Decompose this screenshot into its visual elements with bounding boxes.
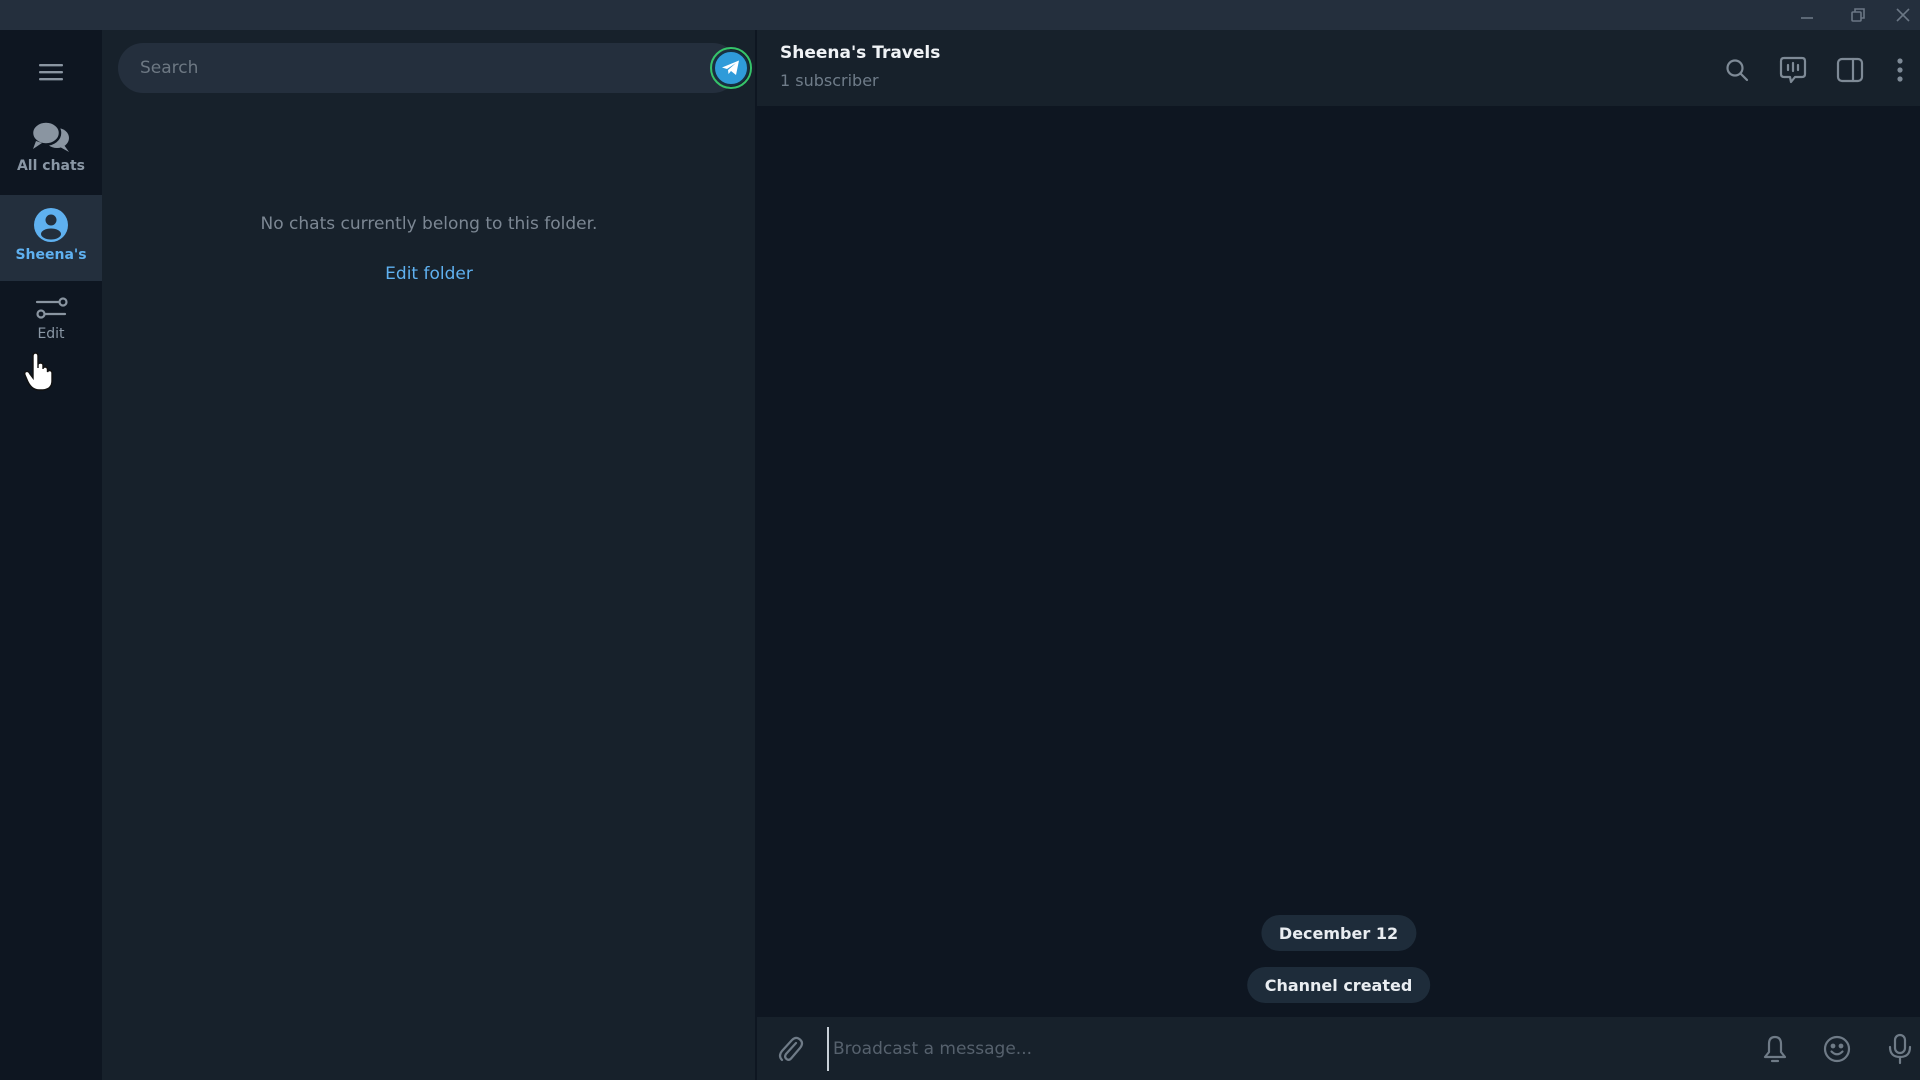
- chat-header: Sheena's Travels 1 subscriber: [757, 30, 1920, 106]
- edit-folder-link[interactable]: Edit folder: [102, 264, 756, 284]
- empty-folder-message: No chats currently belong to this folder…: [260, 214, 598, 234]
- voice-chat-icon: [1779, 56, 1807, 84]
- attach-button[interactable]: [770, 1029, 810, 1069]
- sliders-icon: [35, 297, 68, 319]
- search-input[interactable]: [140, 43, 660, 93]
- microphone-icon: [1888, 1033, 1912, 1065]
- date-separator: December 12: [1260, 915, 1417, 951]
- message-input[interactable]: [827, 1027, 1727, 1071]
- bell-icon: [1763, 1035, 1787, 1063]
- voice-chat-button[interactable]: [1773, 50, 1813, 90]
- search-icon: [1726, 59, 1749, 82]
- folder-sidebar: All chats Sheena's Edit: [0, 30, 102, 1080]
- window-titlebar: [0, 0, 1920, 30]
- attach-icon: [778, 1036, 804, 1062]
- folder-label: All chats: [16, 158, 86, 174]
- folder-edit[interactable]: Edit: [0, 282, 102, 368]
- side-panel-icon: [1836, 57, 1864, 83]
- more-icon: [1897, 58, 1903, 82]
- more-options-button[interactable]: [1880, 50, 1920, 90]
- chat-subtitle: 1 subscriber: [780, 71, 879, 90]
- person-icon: [34, 208, 68, 242]
- main-menu-button[interactable]: [26, 52, 76, 92]
- folder-label: Sheena's: [15, 247, 87, 263]
- folder-all-chats[interactable]: All chats: [0, 108, 102, 194]
- voice-message-button[interactable]: [1880, 1029, 1920, 1069]
- hamburger-menu-icon: [39, 64, 63, 81]
- chat-list-panel: No chats currently belong to this folder…: [102, 30, 756, 1080]
- folder-sheenas[interactable]: Sheena's: [0, 195, 102, 281]
- service-message: Channel created: [1246, 967, 1431, 1003]
- emoji-button[interactable]: [1817, 1029, 1857, 1069]
- close-button[interactable]: [1885, 0, 1920, 30]
- minimize-button[interactable]: [1784, 0, 1830, 30]
- folder-label: Edit: [37, 326, 65, 342]
- emoji-icon: [1823, 1035, 1851, 1063]
- close-icon: [1895, 8, 1910, 22]
- telegram-icon: [722, 60, 739, 75]
- chat-bubbles-icon: [30, 120, 69, 152]
- chat-title[interactable]: Sheena's Travels: [780, 43, 940, 63]
- search-chat-button[interactable]: [1717, 50, 1757, 90]
- compose-bar: [757, 1017, 1920, 1080]
- restore-button[interactable]: [1835, 0, 1881, 30]
- minimize-icon: [1801, 17, 1813, 19]
- connection-status-button[interactable]: [710, 47, 752, 89]
- restore-icon: [1851, 8, 1865, 22]
- search-box[interactable]: [118, 43, 752, 93]
- chat-panel: Sheena's Travels 1 subscriber December 1…: [757, 30, 1920, 1080]
- toggle-side-panel-button[interactable]: [1830, 50, 1870, 90]
- silent-broadcast-button[interactable]: [1755, 1029, 1795, 1069]
